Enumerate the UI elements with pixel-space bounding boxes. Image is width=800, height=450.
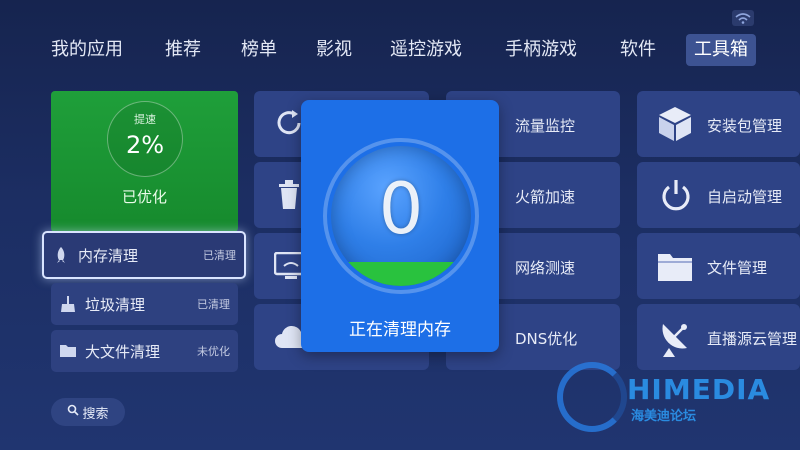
- search-label: 搜索: [82, 406, 109, 422]
- memory-clean-button[interactable]: 内存清理 已清理: [42, 231, 246, 279]
- broom-icon: [59, 295, 77, 313]
- tab-my-apps[interactable]: 我的应用: [51, 34, 123, 66]
- file-manager-label: 文件管理: [707, 259, 768, 277]
- live-source-cloud-label: 直播源云管理: [707, 330, 798, 348]
- optimizer-card[interactable]: 提速 2% 已优化: [51, 91, 238, 232]
- watermark-sub: 海美迪论坛: [631, 409, 697, 424]
- junk-clean-label: 垃圾清理: [85, 295, 146, 314]
- large-file-clean-label: 大文件清理: [85, 342, 161, 361]
- search-button[interactable]: 搜索: [51, 398, 125, 426]
- rocket-icon: [52, 246, 70, 264]
- package-manager-label: 安装包管理: [707, 117, 783, 135]
- speed-value: 2%: [125, 131, 165, 159]
- progress-fill: [331, 262, 471, 286]
- tab-movies[interactable]: 影视: [316, 34, 352, 66]
- large-file-clean-status: 未优化: [197, 345, 230, 358]
- himedia-logo: [557, 362, 627, 432]
- traffic-monitor-label: 流量监控: [515, 117, 576, 135]
- satellite-dish-icon: [657, 318, 693, 362]
- refresh-icon: [274, 108, 304, 142]
- tab-rankings[interactable]: 榜单: [241, 34, 277, 66]
- optimize-status: 已优化: [121, 188, 167, 206]
- network-speed-label: 网络测速: [515, 259, 576, 277]
- live-source-cloud-tile[interactable]: 直播源云管理: [637, 304, 800, 370]
- progress-orb: 0: [331, 146, 471, 286]
- folder-icon: [657, 250, 693, 286]
- memory-clean-status: 已清理: [203, 249, 236, 262]
- cleaned-counter: 0: [378, 168, 424, 250]
- cleaning-message: 正在清理内存: [349, 320, 451, 340]
- autostart-manager-label: 自启动管理: [707, 188, 783, 206]
- speed-gauge: 提速 2%: [107, 101, 183, 177]
- large-file-clean-button[interactable]: 大文件清理 未优化: [51, 330, 238, 372]
- file-manager-tile[interactable]: 文件管理: [637, 233, 800, 299]
- package-manager-tile[interactable]: 安装包管理: [637, 91, 800, 157]
- tab-toolbox[interactable]: 工具箱: [686, 34, 756, 66]
- tab-gamepad-games[interactable]: 手柄游戏: [505, 34, 577, 66]
- power-icon: [660, 178, 692, 216]
- autostart-manager-tile[interactable]: 自启动管理: [637, 162, 800, 228]
- junk-clean-status: 已清理: [197, 298, 230, 311]
- watermark-brand: HIMEDIA: [627, 373, 771, 406]
- wifi-icon: [732, 10, 754, 26]
- tab-software[interactable]: 软件: [620, 34, 656, 66]
- memory-clean-label: 内存清理: [78, 246, 139, 265]
- junk-clean-button[interactable]: 垃圾清理 已清理: [51, 283, 238, 325]
- dns-optimize-label: DNS优化: [515, 330, 578, 348]
- package-box-icon: [657, 105, 693, 147]
- search-icon: [67, 404, 80, 420]
- speed-label: 提速: [134, 113, 156, 126]
- tab-recommended[interactable]: 推荐: [165, 34, 201, 66]
- folder-icon: [59, 342, 77, 360]
- trash-icon: [276, 178, 302, 214]
- rocket-boost-label: 火箭加速: [515, 188, 576, 206]
- memory-clean-dialog: 0 正在清理内存: [301, 100, 499, 352]
- top-navigation: 我的应用 推荐 榜单 影视 遥控游戏 手柄游戏 软件 工具箱: [0, 34, 800, 68]
- tab-remote-games[interactable]: 遥控游戏: [390, 34, 462, 66]
